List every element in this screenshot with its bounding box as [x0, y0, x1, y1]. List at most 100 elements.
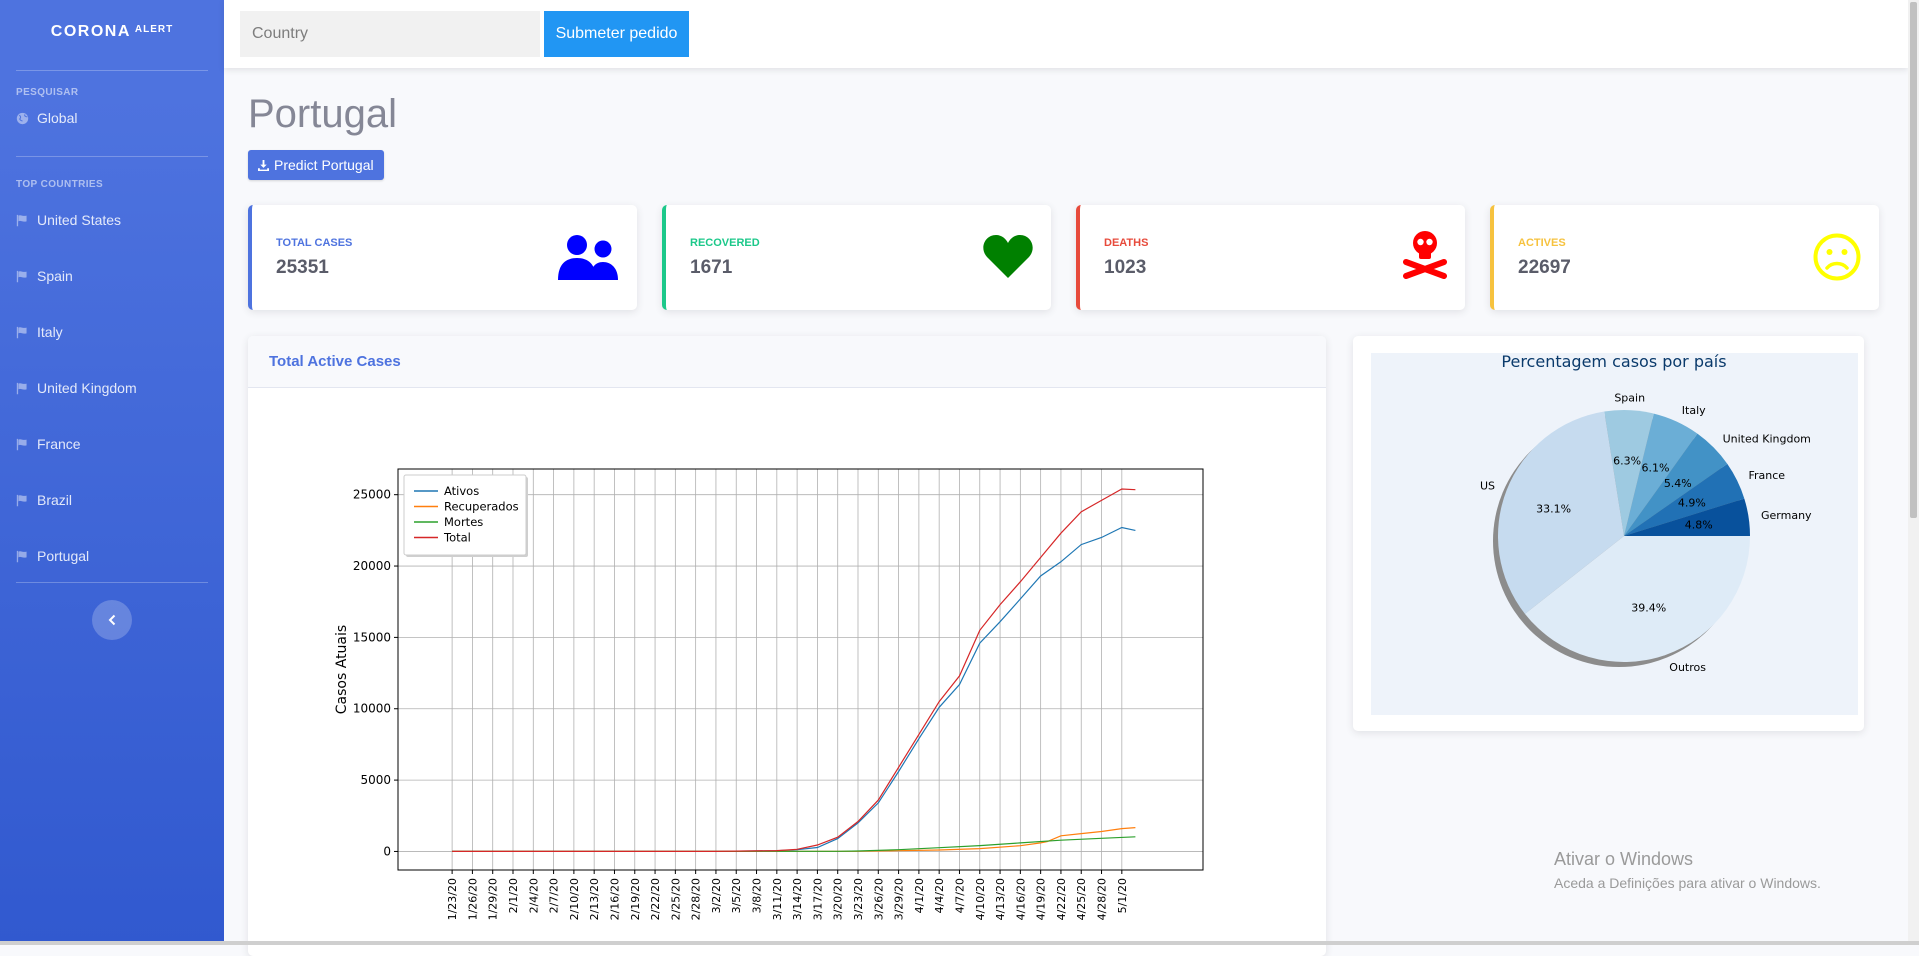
sidebar-item-united-states[interactable]: United States	[0, 192, 224, 248]
series-line-recuperados	[452, 827, 1136, 853]
sidebar-divider	[16, 156, 208, 157]
x-tick-label: 3/11/20	[771, 878, 784, 920]
x-tick-label: 4/28/20	[1096, 878, 1109, 920]
flag-icon	[16, 214, 27, 226]
x-tick-label: 5/1/20	[1116, 878, 1129, 913]
y-tick-label: 25000	[353, 488, 391, 502]
sidebar-item-portugal[interactable]: Portugal	[0, 528, 224, 584]
heart-icon	[983, 235, 1033, 278]
sidebar-item-spain[interactable]: Spain	[0, 248, 224, 304]
sidebar-item-label: Italy	[37, 324, 63, 340]
pie-country-label: Outros	[1669, 661, 1706, 674]
card-value: 22697	[1518, 257, 1571, 278]
sidebar-divider	[16, 70, 208, 71]
sidebar-country-list: United States Spain Italy United Kingdom…	[0, 192, 224, 584]
page-title: Portugal	[248, 92, 397, 136]
y-tick-label: 20000	[353, 559, 391, 573]
line-chart: 0 5000 10000 15000 20000 25000 1/23/20 1/26/20 1…	[334, 468, 1204, 920]
legend-label: Recuperados	[444, 500, 519, 514]
series-line-total	[452, 488, 1136, 853]
card-value: 25351	[276, 257, 329, 278]
x-tick-label: 1/26/20	[466, 878, 479, 920]
x-tick-label: 4/19/20	[1035, 878, 1048, 920]
chevron-left-icon	[108, 614, 116, 626]
card-value: 1023	[1104, 257, 1147, 278]
x-tick-label: 1/29/20	[487, 878, 500, 920]
pie-chart: Percentagem casos por país 4.8% Germany 4.9…	[1371, 352, 1858, 715]
sidebar-item-italy[interactable]: Italy	[0, 304, 224, 360]
sad-face-icon	[1813, 233, 1861, 281]
download-icon	[258, 159, 269, 171]
recovered-card: RECOVERED 1671	[662, 205, 1051, 310]
sidebar: CORONA ALERT PESQUISAR Global TOP COUNTRI…	[0, 0, 224, 945]
sidebar-heading-search: PESQUISAR	[16, 87, 79, 98]
sidebar-item-label: Brazil	[37, 492, 73, 508]
x-tick-label: 3/20/20	[832, 878, 845, 920]
x-tick-label: 2/28/20	[690, 878, 703, 920]
x-tick-label: 4/4/20	[933, 878, 946, 913]
topbar: Submeter pedido	[224, 0, 1908, 68]
x-tick-label: 3/14/20	[791, 878, 804, 920]
sidebar-item-label: Global	[37, 110, 78, 126]
sidebar-item-united-kingdom[interactable]: United Kingdom	[0, 360, 224, 416]
country-search-input[interactable]	[240, 11, 540, 57]
legend-label: Ativos	[444, 484, 479, 498]
actives-card: ACTIVES 22697	[1490, 205, 1879, 310]
x-tick-label: 4/25/20	[1075, 878, 1088, 920]
pie-pct-label: 33.1%	[1536, 502, 1571, 515]
x-tick-label: 3/5/20	[730, 878, 743, 913]
pie-pct-label: 6.3%	[1613, 455, 1641, 468]
x-tick-label: 4/1/20	[913, 878, 926, 913]
x-tick-label: 2/4/20	[527, 878, 540, 913]
x-tick-label: 3/8/20	[751, 878, 764, 913]
skull-crossbones-icon	[1403, 231, 1447, 279]
sidebar-heading-top-countries: TOP COUNTRIES	[16, 179, 104, 190]
pie-pct-label: 39.4%	[1631, 601, 1666, 614]
x-tick-label: 2/25/20	[669, 878, 682, 920]
scrollbar-thumb[interactable]	[1910, 2, 1917, 518]
sidebar-item-label: United States	[37, 212, 122, 228]
pie-country-label: France	[1749, 469, 1786, 482]
pie-pct-label: 5.4%	[1664, 477, 1692, 490]
activation-watermark-title: Ativar o Windows	[1554, 849, 1694, 869]
active-cases-panel: Total Active Cases 0 5000 10000 15000 20000 2…	[248, 336, 1326, 956]
x-tick-label: 2/10/20	[568, 878, 581, 920]
brand-sup: ALERT	[134, 23, 174, 35]
sidebar-item-france[interactable]: France	[0, 416, 224, 472]
y-tick-label: 15000	[353, 630, 391, 644]
predict-button-label: Predict Portugal	[274, 157, 374, 173]
flag-icon	[16, 270, 27, 282]
brand-logo[interactable]: CORONA ALERT	[0, 0, 224, 64]
pie-country-label: Spain	[1614, 392, 1645, 405]
pie-pct-label: 6.1%	[1642, 461, 1670, 474]
x-tick-label: 3/29/20	[893, 878, 906, 920]
flag-icon	[16, 326, 27, 338]
y-tick-label: 5000	[360, 773, 391, 787]
legend-label: Total	[443, 531, 471, 545]
y-tick-label: 0	[383, 844, 391, 858]
page-scrollbar[interactable]	[1908, 0, 1919, 945]
predict-button[interactable]: Predict Portugal	[248, 150, 384, 180]
card-value: 1671	[690, 257, 733, 278]
flag-icon	[16, 550, 27, 562]
x-tick-label: 3/2/20	[710, 878, 723, 913]
series-line-ativos	[452, 526, 1136, 853]
flag-icon	[16, 438, 27, 450]
sidebar-toggle-button[interactable]	[92, 600, 132, 640]
pie-country-label: Italy	[1682, 404, 1706, 417]
x-tick-label: 4/13/20	[994, 878, 1007, 920]
users-icon	[558, 235, 618, 280]
x-tick-label: 3/26/20	[872, 878, 885, 920]
sidebar-divider	[16, 582, 208, 583]
pie-country-label: US	[1480, 479, 1495, 492]
card-label: RECOVERED	[690, 237, 760, 249]
x-tick-label: 2/1/20	[507, 878, 520, 913]
pie-pct-label: 4.9%	[1678, 497, 1706, 510]
sidebar-item-global[interactable]: Global	[0, 98, 224, 138]
submit-request-button[interactable]: Submeter pedido	[544, 11, 689, 57]
bottom-strip	[0, 941, 1919, 945]
x-tick-label: 2/22/20	[649, 878, 662, 920]
sidebar-item-label: United Kingdom	[37, 380, 137, 396]
pie-country-label: Germany	[1761, 509, 1812, 522]
sidebar-item-brazil[interactable]: Brazil	[0, 472, 224, 528]
